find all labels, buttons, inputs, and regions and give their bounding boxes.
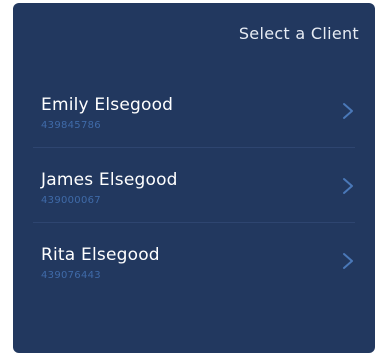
- client-id: 439076443: [41, 270, 101, 281]
- client-row-rita-elsegood[interactable]: Rita Elsegood 439076443: [13, 223, 375, 298]
- client-list: Emily Elsegood 439845786 James Elsegood …: [13, 73, 375, 298]
- client-id: 439845786: [41, 120, 101, 131]
- client-row-james-elsegood[interactable]: James Elsegood 439000067: [13, 148, 375, 223]
- client-name: Rita Elsegood: [41, 245, 160, 265]
- chevron-right-icon[interactable]: [341, 101, 355, 121]
- client-id: 439000067: [41, 195, 101, 206]
- chevron-right-icon[interactable]: [341, 251, 355, 271]
- client-name: James Elsegood: [41, 170, 178, 190]
- client-name: Emily Elsegood: [41, 95, 174, 115]
- client-row-emily-elsegood[interactable]: Emily Elsegood 439845786: [13, 73, 375, 148]
- chevron-right-icon[interactable]: [341, 176, 355, 196]
- page-title: Select a Client: [238, 24, 359, 43]
- client-selector-panel: Select a Client Emily Elsegood 439845786…: [13, 3, 375, 353]
